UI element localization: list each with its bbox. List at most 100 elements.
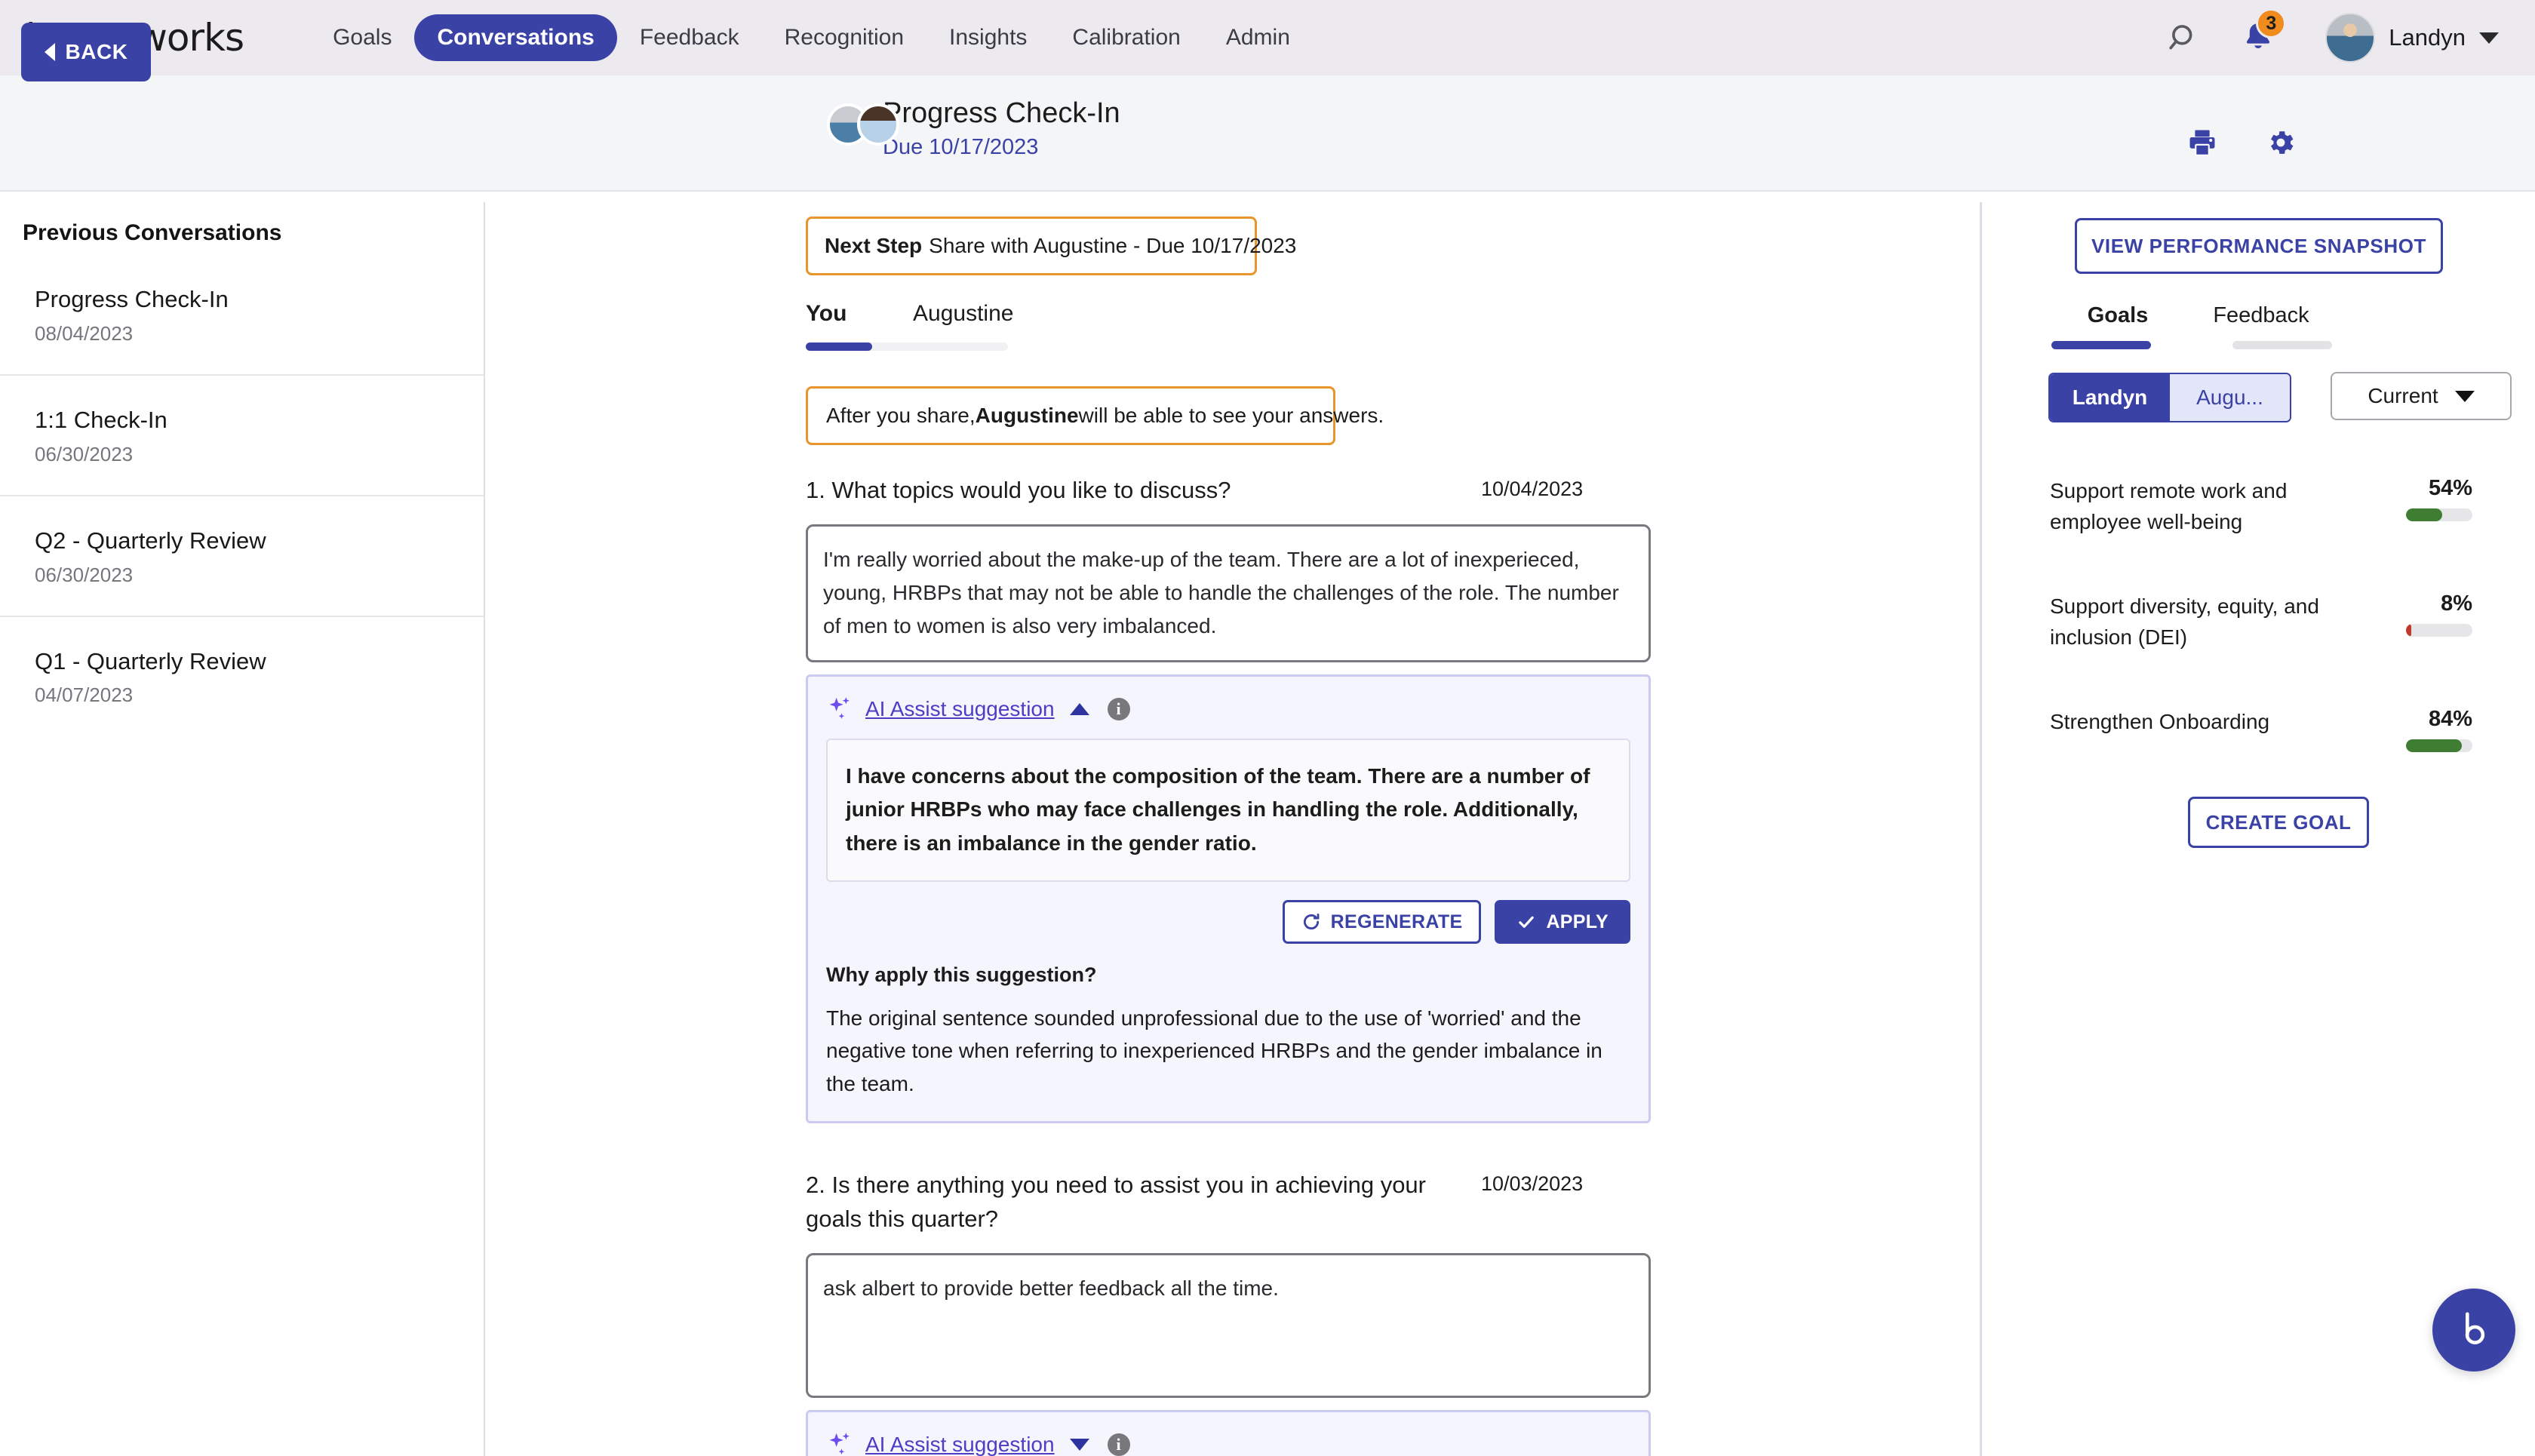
tab-indicator-fill	[806, 342, 872, 351]
question-text: 1. What topics would you like to discuss…	[806, 474, 1466, 508]
person-segmented-control: Landyn Augu...	[2048, 373, 2291, 422]
chevron-down-icon[interactable]	[1070, 1439, 1089, 1451]
ai-assist-link[interactable]: AI Assist suggestion	[865, 1433, 1055, 1456]
goal-percent: 84%	[2388, 707, 2472, 732]
goal-name: Strengthen Onboarding	[2050, 707, 2269, 738]
ai-assist-header: AI Assist suggestion i	[826, 695, 1630, 723]
next-step-detail: Share with Augustine - Due 10/17/2023	[929, 234, 1296, 258]
nav-item-calibration[interactable]: Calibration	[1049, 14, 1203, 61]
goal-progress-fill	[2406, 739, 2462, 752]
info-icon[interactable]: i	[1108, 1433, 1130, 1456]
question-header: 1. What topics would you like to discuss…	[806, 474, 1651, 508]
tab-indicator-goals	[2051, 341, 2151, 349]
question-block-1: 1. What topics would you like to discuss…	[806, 474, 1651, 1123]
list-item[interactable]: Q2 - Quarterly Review 06/30/2023	[0, 496, 485, 617]
top-navigation-bar: betterworks Goals Conversations Feedback…	[0, 0, 2535, 75]
ai-action-buttons: REGENERATE APPLY	[826, 900, 1630, 944]
subheader-actions	[2186, 127, 2297, 158]
goal-percent: 8%	[2388, 591, 2472, 616]
nav-item-admin[interactable]: Admin	[1203, 14, 1313, 61]
nav-item-insights[interactable]: Insights	[926, 14, 1049, 61]
goal-progress-track	[2406, 508, 2472, 521]
create-goal-button[interactable]: CREATE GOAL	[2188, 797, 2369, 848]
period-value: Current	[2368, 384, 2438, 408]
answer-textarea[interactable]: I'm really worried about the make-up of …	[806, 524, 1651, 662]
main-nav-items: Goals Conversations Feedback Recognition…	[310, 14, 1313, 61]
ai-suggestion-text: I have concerns about the composition of…	[826, 739, 1630, 882]
ai-assist-link[interactable]: AI Assist suggestion	[865, 697, 1055, 721]
notification-count-badge: 3	[2256, 8, 2286, 38]
previous-conversations-list: Progress Check-In 08/04/2023 1:1 Check-I…	[0, 284, 485, 736]
question-text: 2. Is there anything you need to assist …	[806, 1169, 1466, 1236]
due-date-label[interactable]: Due 10/17/2023	[883, 135, 1120, 160]
chevron-down-icon	[2455, 391, 2475, 402]
segment-augustine[interactable]: Augu...	[2170, 374, 2290, 421]
tab-indicator-track	[806, 342, 1008, 351]
tab-goals[interactable]: Goals	[2046, 303, 2189, 328]
conversation-name: Q1 - Quarterly Review	[35, 646, 462, 677]
nav-right-actions: 3 Landyn	[2156, 10, 2535, 66]
conversation-name: 1:1 Check-In	[35, 404, 462, 436]
conversation-title-block: Progress Check-In Due 10/17/2023	[792, 97, 1120, 160]
conversation-date: 08/04/2023	[35, 322, 462, 346]
chevron-up-icon[interactable]	[1070, 703, 1089, 715]
nav-item-feedback[interactable]: Feedback	[617, 14, 762, 61]
goal-progress-track	[2406, 624, 2472, 637]
list-item[interactable]: 1:1 Check-In 06/30/2023	[0, 376, 485, 496]
next-step-label: Next Step	[825, 234, 922, 258]
why-apply-title: Why apply this suggestion?	[826, 963, 1630, 987]
print-icon[interactable]	[2186, 127, 2218, 158]
nav-item-conversations[interactable]: Conversations	[414, 14, 616, 61]
why-apply-text: The original sentence sounded unprofessi…	[826, 1002, 1630, 1100]
conversation-name: Progress Check-In	[35, 284, 462, 315]
apply-button[interactable]: APPLY	[1495, 900, 1630, 944]
participant-avatars	[792, 103, 871, 153]
segment-landyn[interactable]: Landyn	[2050, 374, 2170, 421]
goal-name: Support diversity, equity, and inclusion…	[2050, 591, 2348, 653]
tab-augustine[interactable]: Augustine	[913, 301, 1049, 342]
right-panel-tabs: Goals Feedback	[2046, 303, 2333, 328]
conversation-date: 04/07/2023	[35, 683, 462, 707]
betterworks-assistant-fab[interactable]	[2432, 1289, 2515, 1372]
avatar-participant-2	[857, 103, 899, 146]
list-item[interactable]: Progress Check-In 08/04/2023	[0, 284, 485, 376]
previous-conversations-sidebar: Previous Conversations Progress Check-In…	[0, 193, 485, 1456]
list-item[interactable]: Q1 - Quarterly Review 04/07/2023	[0, 617, 485, 736]
conversation-date: 06/30/2023	[35, 443, 462, 466]
conversation-name: Q2 - Quarterly Review	[35, 525, 462, 557]
regenerate-button[interactable]: REGENERATE	[1283, 900, 1482, 944]
goal-progress-track	[2406, 739, 2472, 752]
gear-icon[interactable]	[2265, 127, 2297, 158]
back-button-label: BACK	[66, 40, 128, 64]
right-tab-indicators	[2051, 341, 2332, 349]
page-title: Progress Check-In	[883, 97, 1120, 131]
question-date: 10/03/2023	[1481, 1169, 1583, 1196]
goal-percent: 54%	[2388, 476, 2472, 501]
question-block-2: 2. Is there anything you need to assist …	[806, 1169, 1651, 1456]
goal-row[interactable]: Strengthen Onboarding 84%	[2050, 707, 2472, 752]
user-name-label[interactable]: Landyn	[2389, 24, 2466, 51]
nav-item-recognition[interactable]: Recognition	[762, 14, 926, 61]
chevron-down-icon[interactable]	[2479, 32, 2499, 44]
answer-textarea[interactable]: ask albert to provide better feedback al…	[806, 1253, 1651, 1398]
search-icon[interactable]	[2156, 10, 2212, 66]
goal-row[interactable]: Support remote work and employee well-be…	[2050, 476, 2472, 537]
back-button[interactable]: BACK	[21, 23, 151, 81]
chevron-left-icon	[45, 43, 55, 61]
participant-tabs: You Augustine	[806, 301, 1049, 342]
next-step-banner: Next Step Share with Augustine - Due 10/…	[806, 217, 1257, 275]
tab-feedback[interactable]: Feedback	[2189, 303, 2333, 328]
ai-assist-panel: AI Assist suggestion i I have concerns a…	[806, 674, 1651, 1124]
regenerate-label: REGENERATE	[1331, 911, 1463, 933]
nav-item-goals[interactable]: Goals	[310, 14, 414, 61]
user-avatar[interactable]	[2325, 13, 2375, 63]
period-select[interactable]: Current	[2331, 372, 2512, 420]
info-icon[interactable]: i	[1108, 698, 1130, 720]
tab-you[interactable]: You	[806, 301, 877, 342]
view-performance-snapshot-button[interactable]: VIEW PERFORMANCE SNAPSHOT	[2075, 218, 2443, 274]
notifications-bell-icon[interactable]: 3	[2226, 10, 2291, 66]
goal-progress-fill	[2406, 624, 2411, 637]
conversation-main-content: Next Step Share with Augustine - Due 10/…	[485, 193, 1980, 1456]
goal-row[interactable]: Support diversity, equity, and inclusion…	[2050, 591, 2472, 653]
share-notice-banner: After you share, Augustine will be able …	[806, 386, 1335, 445]
